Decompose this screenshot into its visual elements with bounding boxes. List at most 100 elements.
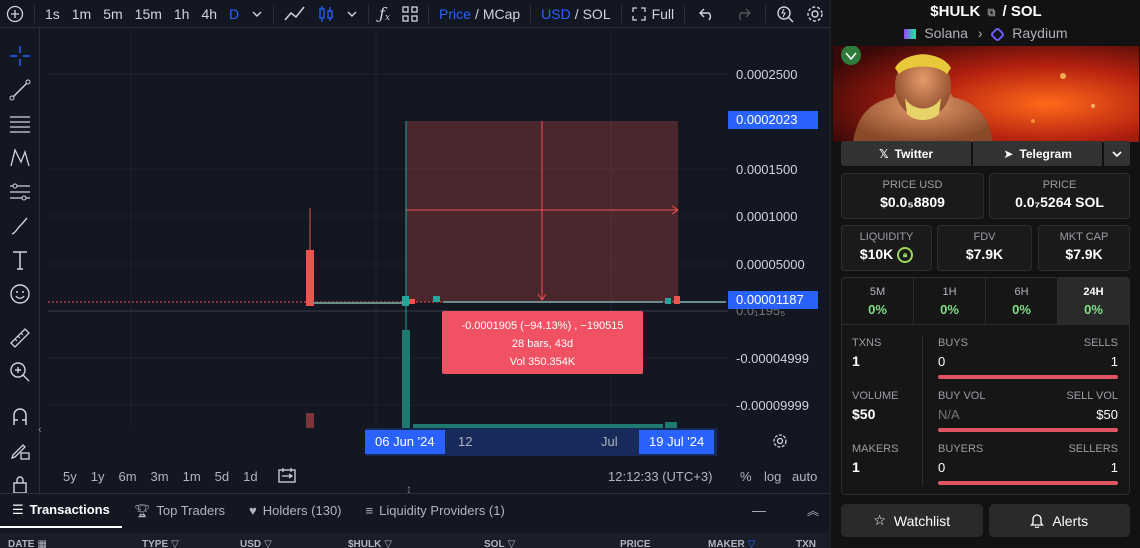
col-date[interactable]: DATE ▦ (8, 539, 47, 548)
tab-liquidity-providers[interactable]: ≡ Liquidity Providers (1) (354, 494, 517, 528)
layout-grid-icon[interactable] (396, 0, 424, 28)
star-icon: ☆ (873, 512, 886, 528)
magnet-icon[interactable] (6, 402, 34, 430)
emoji-icon[interactable] (6, 280, 34, 308)
col-label: PRICE (620, 539, 651, 548)
horizontal-lines-icon[interactable] (6, 110, 34, 138)
settings-gear-icon[interactable] (800, 0, 830, 28)
mcap-option[interactable]: MCap (483, 6, 520, 22)
col-type[interactable]: TYPE ▽ (142, 539, 179, 548)
tab-holders[interactable]: ♥ Holders (130) (237, 494, 353, 528)
slash-separator: / (574, 5, 579, 22)
price-axis[interactable]: 0.0002500 0.0002023 0.0001500 0.0001000 … (728, 28, 830, 428)
change-5m[interactable]: 5M 0% (842, 278, 914, 324)
chart-type-chevron-down-icon[interactable] (340, 0, 364, 28)
tf-d[interactable]: D (223, 0, 245, 28)
line-chart-icon[interactable] (278, 0, 312, 28)
crosshair-icon[interactable] (6, 42, 34, 70)
pattern-icon[interactable] (6, 144, 34, 172)
price-tick: 0.0001000 (736, 209, 798, 224)
copy-icon[interactable]: ⧉ (987, 7, 995, 19)
undo-icon[interactable] (689, 0, 725, 28)
buyers-label: BUYERS (938, 443, 984, 455)
sell-vol-value: $50 (1096, 407, 1118, 422)
dex-name[interactable]: Raydium (1012, 25, 1067, 41)
range-1y[interactable]: 1y (84, 469, 112, 484)
col-maker[interactable]: MAKER ▽ (708, 539, 755, 548)
lock-badge-icon[interactable]: 🔒︎ (897, 247, 914, 264)
zoom-in-icon[interactable] (6, 358, 34, 386)
tf-4h[interactable]: 4h (195, 0, 223, 28)
expand-chevrons-icon[interactable]: ︽ (807, 502, 819, 519)
brush-icon[interactable] (6, 212, 34, 240)
change-24h[interactable]: 24H 0% (1058, 278, 1129, 324)
buys-label: BUYS (938, 337, 968, 349)
telegram-button[interactable]: ➤ Telegram (973, 141, 1103, 166)
clock-readout[interactable]: 12:12:33 (UTC+3) (608, 469, 712, 484)
range-5y[interactable]: 5y (56, 469, 84, 484)
watchlist-button[interactable]: ☆ Watchlist (841, 504, 983, 537)
twitter-label: Twitter (894, 146, 934, 161)
col-txn[interactable]: TXN (796, 539, 816, 548)
tab-transactions[interactable]: ☰ Transactions (0, 494, 122, 528)
fib-icon[interactable] (6, 178, 34, 206)
ruler-icon[interactable] (6, 324, 34, 352)
col-price[interactable]: PRICE (620, 539, 651, 548)
price-mcap-toggle[interactable]: Price / MCap (433, 0, 526, 28)
time-tag-start: 06 Jun '24 (365, 430, 445, 454)
measure-volume: Vol 350.354K (509, 356, 576, 368)
chart-settings-gear-icon[interactable] (772, 433, 788, 452)
trend-line-icon[interactable] (6, 76, 34, 104)
mkt-cap-value: $7.9K (1065, 246, 1103, 262)
tf-15m[interactable]: 15m (129, 0, 168, 28)
liquidity-card: LIQUIDITY $10K 🔒︎ (841, 225, 932, 271)
collapse-toolbar-chevron-icon[interactable]: ‹ (38, 424, 42, 436)
text-tool-icon[interactable] (6, 246, 34, 274)
candles-icon[interactable] (312, 0, 340, 28)
vol-split-stat: BUY VOL SELL VOL N/A $50 (938, 390, 1118, 432)
log-toggle[interactable]: log (764, 469, 781, 484)
percent-toggle[interactable]: % (740, 469, 752, 484)
range-6m[interactable]: 6m (111, 469, 143, 484)
col-base[interactable]: $HULK ▽ (348, 539, 392, 548)
tf-1m[interactable]: 1m (66, 0, 97, 28)
liquidity-value-row: $10K 🔒︎ (842, 246, 931, 264)
indicators-fx-icon[interactable]: ƒx (373, 0, 396, 28)
range-1m[interactable]: 1m (176, 469, 208, 484)
calendar-icon: ▦ (37, 539, 47, 548)
range-3m[interactable]: 3m (144, 469, 176, 484)
time-tag-end: 19 Jul '24 (639, 430, 715, 454)
time-axis[interactable]: 06 Jun '24 12 Jul 19 Jul '24 (48, 428, 787, 456)
auto-toggle[interactable]: auto (792, 469, 817, 484)
date-range-calendar-icon[interactable] (271, 467, 303, 486)
tf-dropdown-chevron-down-icon[interactable] (245, 0, 269, 28)
minimize-icon[interactable]: — (752, 502, 766, 518)
tf-5m[interactable]: 5m (97, 0, 128, 28)
currency-toggle[interactable]: USD / SOL (535, 0, 616, 28)
range-5d[interactable]: 5d (208, 469, 236, 484)
txns-stat: TXNS 1 (852, 337, 881, 369)
chain-name[interactable]: Solana (924, 25, 968, 41)
fullscreen-button[interactable]: Full (626, 0, 681, 28)
add-indicator-icon[interactable] (0, 0, 30, 28)
change-6h[interactable]: 6H 0% (986, 278, 1058, 324)
redo-icon[interactable] (725, 0, 761, 28)
col-usd[interactable]: USD ▽ (240, 539, 272, 548)
tf-1h[interactable]: 1h (168, 0, 196, 28)
col-sol[interactable]: SOL ▽ (484, 539, 515, 548)
price-option[interactable]: Price (439, 6, 471, 22)
more-links-chevron-down-icon[interactable] (1104, 141, 1130, 166)
tab-top-traders[interactable]: 🏆︎ Top Traders (122, 494, 237, 528)
quote-symbol: SOL (1010, 3, 1042, 20)
price-change-box: 5M 0% 1H 0% 6H 0% 24H 0% TXNS 1 BUYS SEL… (841, 277, 1130, 495)
range-1d[interactable]: 1d (236, 469, 264, 484)
change-1h[interactable]: 1H 0% (914, 278, 986, 324)
tf-1s[interactable]: 1s (39, 0, 66, 28)
usd-option[interactable]: USD (541, 6, 571, 22)
quick-search-icon[interactable] (770, 0, 800, 28)
alerts-button[interactable]: Alerts (988, 504, 1130, 537)
stats-vertical-divider (922, 336, 923, 486)
twitter-button[interactable]: 𝕏 Twitter (841, 141, 972, 166)
sol-option[interactable]: SOL (583, 6, 611, 22)
lock-pencil-icon[interactable] (6, 436, 34, 464)
